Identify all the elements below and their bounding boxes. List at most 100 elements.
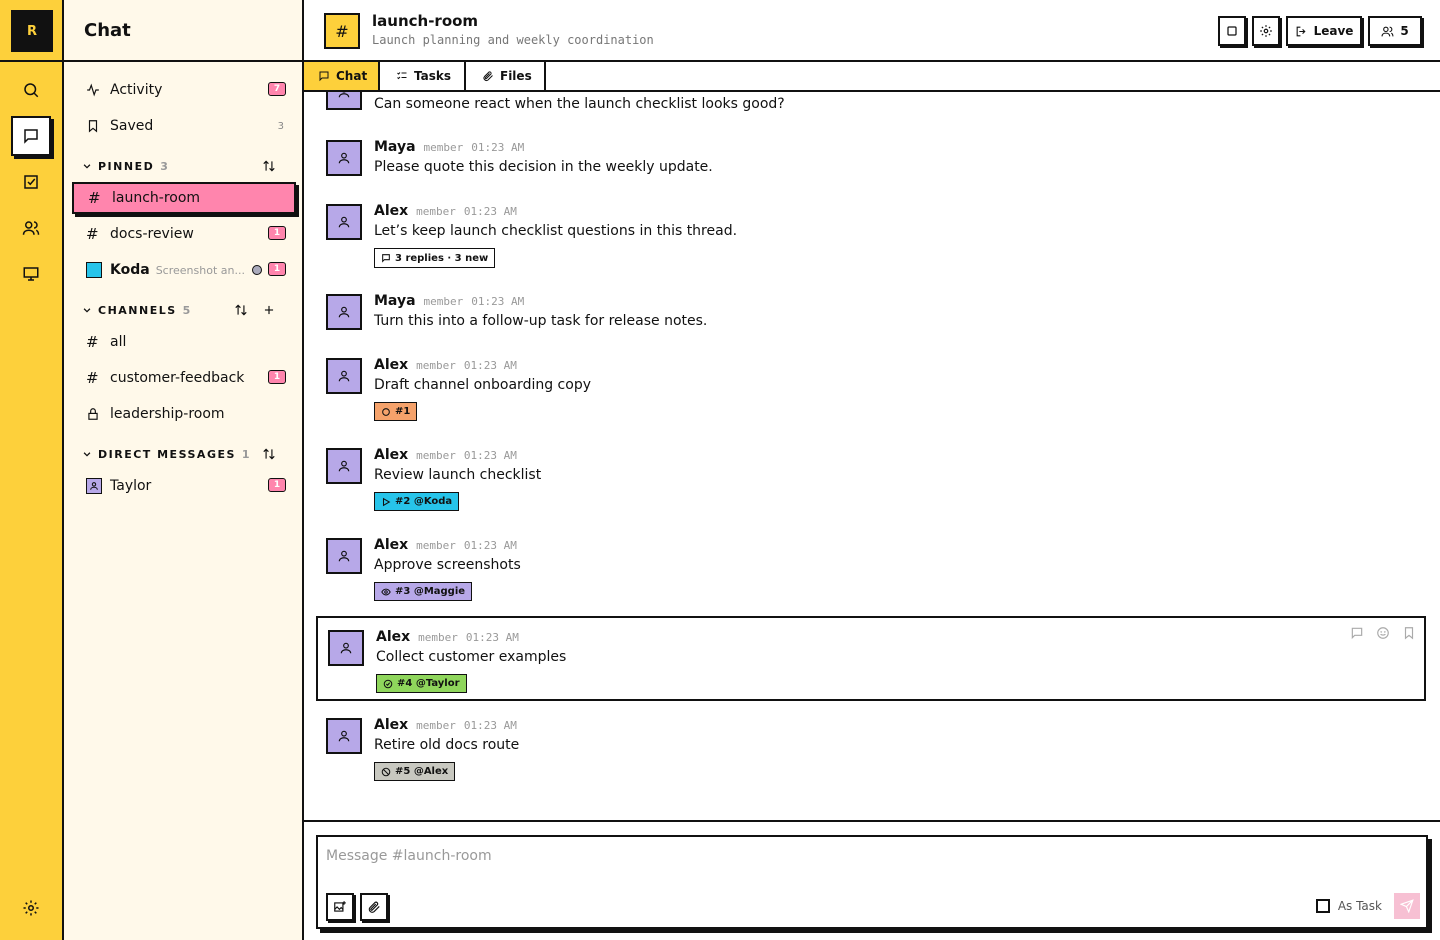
rail-tasks-button[interactable] (11, 162, 51, 202)
task-chip[interactable]: #1 (374, 402, 418, 421)
message-meta: Alex member 01:23 AM (376, 629, 519, 645)
author-name[interactable]: Alex (374, 447, 408, 463)
sidebar-item-customer-feedback[interactable]: # customer-feedback 1 (72, 362, 296, 394)
rail-people-button[interactable] (11, 208, 51, 248)
sort-icon[interactable] (232, 301, 250, 319)
sidebar-item-taylor[interactable]: Taylor 1 (72, 470, 296, 502)
rail-chat-button[interactable] (11, 116, 51, 156)
author-name[interactable]: Alex (374, 203, 408, 219)
section-count: 5 (182, 303, 191, 317)
unread-badge: 1 (268, 370, 286, 384)
bookmark-icon[interactable] (1402, 626, 1416, 640)
author-name[interactable]: Alex (376, 629, 410, 645)
author-role: member (423, 141, 464, 154)
tab-tasks[interactable]: Tasks (382, 62, 466, 90)
sidebar-item-docs-review[interactable]: # docs-review 1 (72, 218, 296, 250)
channel-view: # launch-room Launch planning and weekly… (304, 0, 1440, 940)
avatar (326, 358, 362, 394)
attach-image-button[interactable] (326, 893, 354, 921)
message-text: Retire old docs route (374, 737, 520, 753)
channel-hash-badge: # (324, 13, 360, 49)
unread-badge: 7 (268, 82, 286, 96)
author-role: member (416, 539, 456, 552)
message[interactable]: Alex member 01:23 AM Review launch check… (316, 440, 1426, 516)
author-name[interactable]: Alex (374, 537, 408, 553)
send-button[interactable] (1394, 893, 1420, 919)
sidebar-item-label: Taylor (110, 478, 152, 494)
sort-icon[interactable] (260, 157, 278, 175)
tab-files[interactable]: Files (468, 62, 546, 90)
sidebar-item-activity[interactable]: Activity 7 (72, 74, 296, 106)
rail-search-button[interactable] (11, 70, 51, 110)
section-label: DIRECT MESSAGES (98, 447, 236, 461)
message-meta: Maya member 01:23 AM (374, 293, 524, 309)
dms-section-header[interactable]: DIRECT MESSAGES 1 (82, 444, 292, 464)
message-meta: Alex member 01:23 AM (374, 447, 517, 463)
tab-chat[interactable]: Chat (304, 62, 380, 90)
task-chip[interactable]: #2 @Koda (374, 492, 460, 511)
unread-badge: 1 (268, 226, 286, 240)
as-task-toggle[interactable]: As Task (1315, 899, 1382, 913)
tab-label: Files (500, 69, 532, 83)
rail-settings-button[interactable] (11, 888, 51, 928)
message[interactable]: Alex member 01:23 AM Let’s keep launch c… (316, 196, 1426, 272)
sidebar-item-label: launch-room (112, 190, 201, 206)
members-button[interactable]: 5 (1368, 16, 1422, 46)
sort-icon[interactable] (260, 445, 278, 463)
leave-button[interactable]: Leave (1286, 16, 1362, 46)
people-icon (1381, 25, 1394, 38)
as-task-checkbox[interactable] (1315, 899, 1330, 913)
avatar (326, 718, 362, 754)
lock-icon (86, 407, 104, 421)
sidebar-item-launch-room[interactable]: # launch-room (72, 182, 296, 214)
message[interactable]: Alex member 01:23 AM Collect customer ex… (316, 616, 1426, 701)
circle-icon (381, 407, 391, 417)
message-input[interactable] (326, 845, 1226, 867)
avatar (326, 92, 362, 110)
task-chip[interactable]: #5 @Alex (374, 762, 456, 781)
monitor-icon (22, 265, 40, 283)
message[interactable]: Maya member 01:23 AM Please quote this d… (316, 132, 1426, 184)
channel-settings-button[interactable] (1252, 16, 1280, 46)
message-actions (1350, 626, 1416, 640)
sidebar-item-all[interactable]: # all (72, 326, 296, 358)
task-label: #2 @Koda (395, 496, 453, 507)
message[interactable]: Can someone react when the launch checkl… (316, 92, 1426, 118)
author-name[interactable]: Alex (374, 357, 408, 373)
add-channel-icon[interactable] (260, 301, 278, 319)
message-time: 01:23 AM (465, 631, 519, 644)
sidebar-item-saved[interactable]: Saved 3 (72, 110, 296, 142)
author-role: member (423, 295, 464, 308)
section-label: CHANNELS (98, 303, 177, 317)
channels-section-header[interactable]: CHANNELS 5 (82, 300, 292, 320)
pinned-section-header[interactable]: PINNED 3 (82, 156, 292, 176)
channel-header: # launch-room Launch planning and weekly… (304, 0, 1440, 62)
message[interactable]: Maya member 01:23 AM Turn this into a fo… (316, 286, 1426, 338)
gear-icon (1259, 24, 1273, 38)
sidebar-item-label: Saved (110, 118, 154, 134)
author-name[interactable]: Alex (374, 717, 408, 733)
workspace-logo[interactable]: R (11, 10, 53, 52)
attach-file-button[interactable] (360, 893, 388, 921)
tab-label: Chat (336, 69, 368, 83)
message[interactable]: Alex member 01:23 AM Retire old docs rou… (316, 710, 1426, 786)
author-name[interactable]: Maya (374, 293, 416, 309)
message[interactable]: Alex member 01:23 AM Approve screenshots… (316, 530, 1426, 606)
reaction-icon[interactable] (1376, 626, 1390, 640)
chat-icon (318, 70, 330, 82)
task-chip[interactable]: #3 @Maggie (374, 582, 473, 601)
task-chip[interactable]: #4 @Taylor (376, 674, 467, 693)
sidebar-item-label: docs-review (110, 226, 194, 242)
message[interactable]: Alex member 01:23 AM Draft channel onboa… (316, 350, 1426, 426)
image-plus-icon (333, 900, 347, 914)
author-name[interactable]: Maya (374, 139, 416, 155)
reply-icon[interactable] (1350, 626, 1364, 640)
people-icon (22, 219, 40, 237)
tab-label: Tasks (414, 69, 452, 83)
sidebar-item-koda[interactable]: Koda Screenshot an... 1 (72, 254, 296, 286)
task-label: #1 (395, 406, 411, 417)
thread-replies-button[interactable]: 3 replies · 3 new (374, 248, 496, 268)
sidebar-toggle-button[interactable] (1218, 16, 1246, 46)
sidebar-item-leadership-room[interactable]: leadership-room (72, 398, 296, 430)
rail-monitor-button[interactable] (11, 254, 51, 294)
